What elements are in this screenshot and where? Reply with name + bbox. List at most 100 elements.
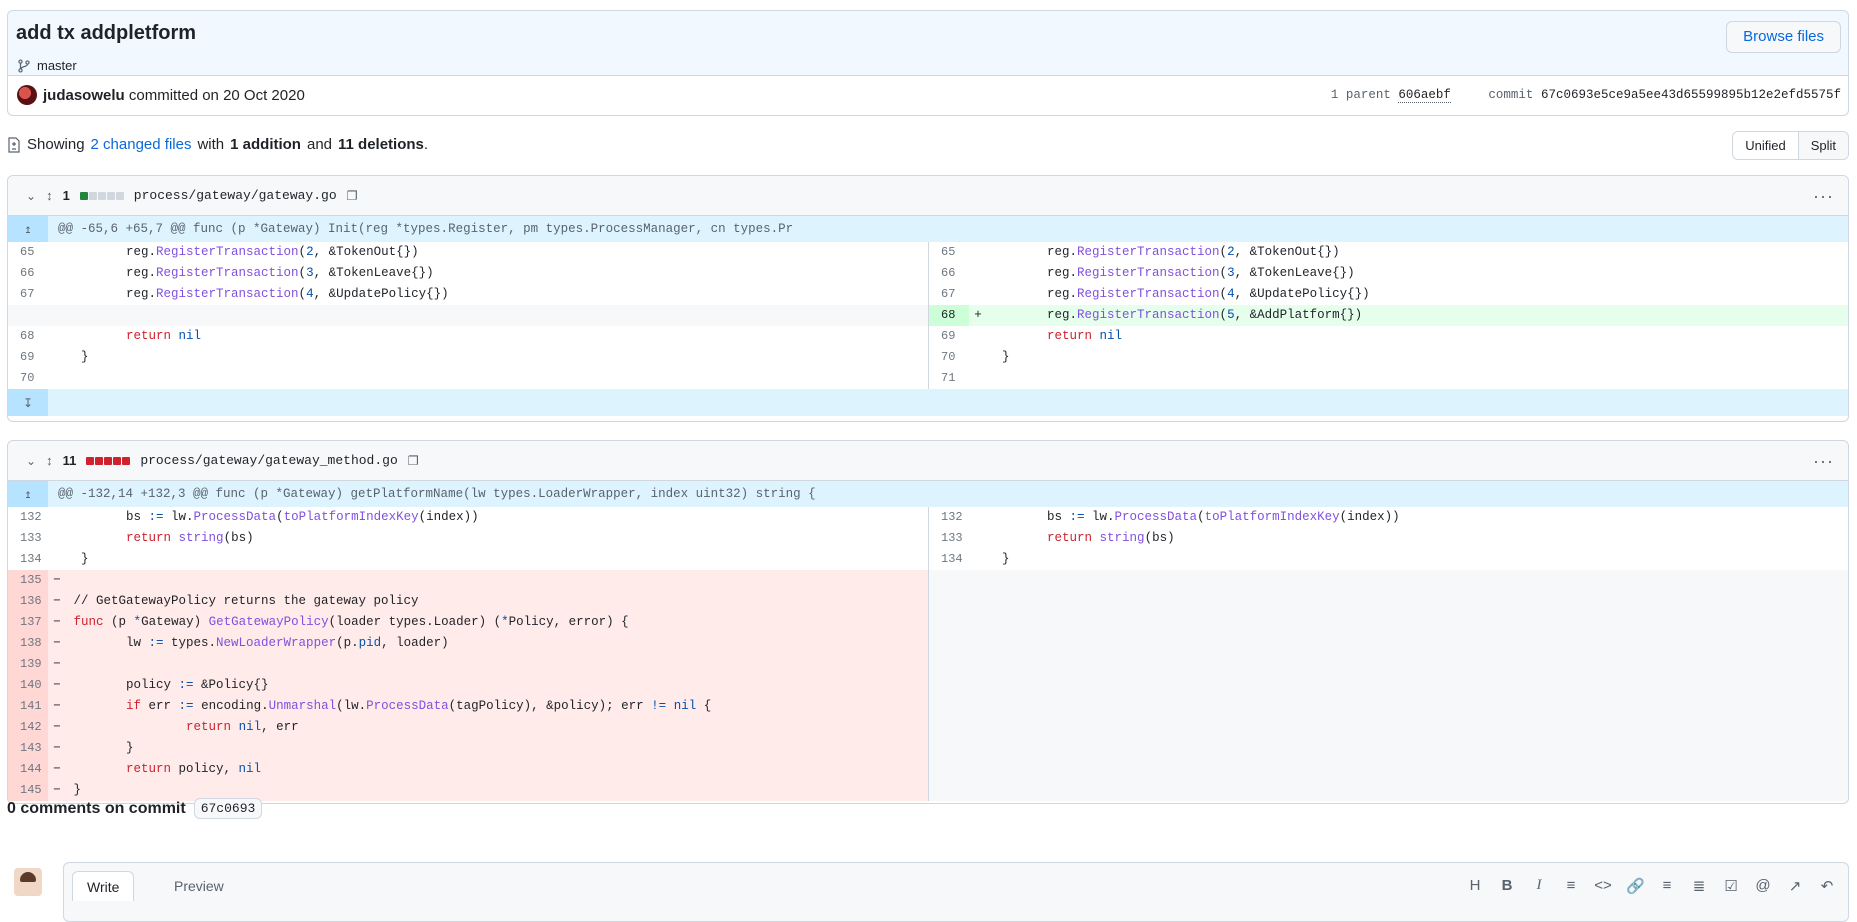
split-button[interactable]: Split	[1797, 132, 1848, 159]
diff-line-empty	[929, 570, 1848, 801]
hunk-text: @@ -132,14 +132,3 @@ func (p *Gateway) g…	[58, 487, 816, 501]
diff-line-deleted: 136− // GetGatewayPolicy returns the gat…	[8, 591, 928, 612]
diff-line: 66 reg.RegisterTransaction(3, &TokenLeav…	[941, 266, 1355, 280]
diff-right: 65 reg.RegisterTransaction(2, &TokenOut{…	[928, 242, 1848, 389]
comments-commit-sha: 67c0693	[193, 798, 263, 819]
diff-line: 67 reg.RegisterTransaction(4, &UpdatePol…	[941, 287, 1370, 301]
hunk-footer: ↧	[8, 389, 1848, 416]
copy-icon[interactable]: ❐	[347, 188, 358, 203]
file-diff-gateway: ⌄ ↕ 1 process/gateway/gateway.go ❐ ··· ↥…	[7, 175, 1849, 422]
browse-files-button[interactable]: Browse files	[1726, 21, 1841, 53]
code-icon[interactable]: <>	[1594, 877, 1612, 895]
expand-all-icon[interactable]: ↕	[46, 453, 53, 468]
hunk-header: ↥ @@ -65,6 +65,7 @@ func (p *Gateway) In…	[8, 216, 1848, 242]
summary-and: and	[306, 136, 333, 153]
branch-label[interactable]: master	[17, 58, 77, 73]
expand-up-icon[interactable]: ↥	[8, 481, 48, 507]
bold-icon[interactable]: B	[1498, 877, 1516, 895]
file-header: ⌄ ↕ 11 process/gateway/gateway_method.go…	[8, 441, 1848, 481]
user-avatar[interactable]	[14, 868, 42, 896]
bulleted-list-icon[interactable]: ≡	[1658, 877, 1676, 895]
parent-sha-link[interactable]: 606aebf	[1398, 88, 1451, 103]
diff-line-deleted: 141− if err := encoding.Unmarshal(lw.Pro…	[8, 696, 928, 717]
kebab-menu-icon[interactable]: ···	[1813, 186, 1834, 207]
author-name[interactable]: judasowelu	[43, 87, 125, 104]
chevron-down-icon[interactable]: ⌄	[26, 189, 36, 203]
change-count: 1	[62, 188, 70, 203]
diff-line-deleted: 138− lw := types.NewLoaderWrapper(p.pid,…	[8, 633, 928, 654]
commit-sha: 67c0693e5ce9a5ee43d65599895b12e2efd5575f	[1540, 88, 1841, 102]
comment-editor: Write Preview H B I ≡ <> 🔗 ≡ ≣ ☑ @ ↗ ↶	[63, 862, 1849, 922]
file-path[interactable]: process/gateway/gateway_method.go	[140, 453, 397, 468]
kebab-menu-icon[interactable]: ···	[1813, 451, 1834, 472]
italic-icon[interactable]: I	[1530, 877, 1548, 895]
tab-write[interactable]: Write	[72, 871, 135, 901]
comments-title: 0 comments on commit	[7, 799, 186, 817]
diff-line: 69 }	[20, 350, 89, 364]
quote-icon[interactable]: ≡	[1562, 877, 1580, 895]
diff-line: 132 bs := lw.ProcessData(toPlatformIndex…	[941, 510, 1400, 524]
markdown-toolbar: H B I ≡ <> 🔗 ≡ ≣ ☑ @ ↗ ↶	[1466, 877, 1836, 895]
diff-line: 70	[20, 371, 35, 385]
diff-line-deleted: 140− policy := &Policy{}	[8, 675, 928, 696]
diff-line-added: 68 + reg.RegisterTransaction(5, &AddPlatf…	[929, 305, 1848, 326]
unified-button[interactable]: Unified	[1733, 132, 1798, 159]
copy-icon[interactable]: ❐	[408, 453, 419, 468]
branch-icon	[18, 58, 30, 73]
diff-line: 68 return nil	[20, 329, 202, 343]
summary-deletions: 11 deletions	[338, 136, 424, 153]
diffstat-blocks	[79, 191, 124, 200]
expand-all-icon[interactable]: ↕	[46, 188, 53, 203]
diff-line-deleted: 139−	[8, 654, 928, 675]
diff-line-deleted: 135−	[8, 570, 928, 591]
summary-with: with	[197, 136, 225, 153]
diff-line-deleted: 142− return nil, err	[8, 717, 928, 738]
task-list-icon[interactable]: ☑	[1722, 877, 1740, 895]
summary-showing: Showing	[27, 136, 85, 153]
split-diff: 132 bs := lw.ProcessData(toPlatformIndex…	[8, 507, 1848, 801]
split-diff: 65 reg.RegisterTransaction(2, &TokenOut{…	[8, 242, 1848, 389]
commit-meta: 1 parent 606aebf commit 67c0693e5ce9a5ee…	[1330, 88, 1841, 103]
diff-line-deleted: 144− return policy, nil	[8, 759, 928, 780]
parent-label: 1 parent	[1330, 88, 1391, 102]
heading-icon[interactable]: H	[1466, 877, 1484, 895]
diff-line: 134 }	[941, 552, 1010, 566]
diff-line: 133 return string(bs)	[20, 531, 254, 545]
diff-line: 69 return nil	[941, 329, 1123, 343]
numbered-list-icon[interactable]: ≣	[1690, 877, 1708, 895]
expand-down-icon[interactable]: ↧	[8, 389, 48, 416]
diffstat-blocks	[86, 456, 131, 465]
branch-name: master	[37, 58, 77, 73]
reference-icon[interactable]: ↗	[1786, 877, 1804, 895]
chevron-down-icon[interactable]: ⌄	[26, 454, 36, 468]
diff-left: 132 bs := lw.ProcessData(toPlatformIndex…	[8, 507, 928, 801]
diff-line-empty	[8, 305, 928, 326]
diff-right: 132 bs := lw.ProcessData(toPlatformIndex…	[928, 507, 1848, 801]
committed-date: committed on 20 Oct 2020	[128, 87, 305, 104]
undo-icon[interactable]: ↶	[1818, 877, 1836, 895]
diff-line: 132 bs := lw.ProcessData(toPlatformIndex…	[20, 510, 479, 524]
changed-files-link[interactable]: 2 changed files	[91, 136, 192, 153]
author-line: judasowelu committed on 20 Oct 2020	[43, 87, 305, 104]
diff-line: 65 reg.RegisterTransaction(2, &TokenOut{…	[20, 245, 419, 259]
diff-view-toggle: Unified Split	[1732, 131, 1849, 160]
diff-line-deleted: 137− func (p *Gateway) GetGatewayPolicy(…	[8, 612, 928, 633]
diff-line: 71	[941, 371, 956, 385]
file-diff-icon	[8, 136, 20, 153]
mention-icon[interactable]: @	[1754, 877, 1772, 895]
tab-preview[interactable]: Preview	[160, 871, 238, 901]
file-path[interactable]: process/gateway/gateway.go	[134, 188, 337, 203]
diff-summary: Showing 2 changed files with 1 addition …	[7, 136, 428, 153]
summary-end: .	[423, 136, 429, 153]
author-avatar[interactable]	[17, 85, 37, 105]
link-icon[interactable]: 🔗	[1626, 877, 1645, 895]
commit-title-bar: add tx addpletform master Browse files	[8, 11, 1848, 76]
file-diff-gateway-method: ⌄ ↕ 11 process/gateway/gateway_method.go…	[7, 440, 1849, 804]
file-header: ⌄ ↕ 1 process/gateway/gateway.go ❐ ···	[8, 176, 1848, 216]
expand-up-icon[interactable]: ↥	[8, 216, 48, 242]
comments-heading: 0 comments on commit 67c0693	[7, 798, 263, 819]
commit-author-bar: judasowelu committed on 20 Oct 2020 1 pa…	[8, 76, 1848, 115]
change-count: 11	[62, 453, 77, 468]
diff-line: 70 }	[941, 350, 1010, 364]
commit-header: add tx addpletform master Browse files j…	[7, 10, 1849, 116]
